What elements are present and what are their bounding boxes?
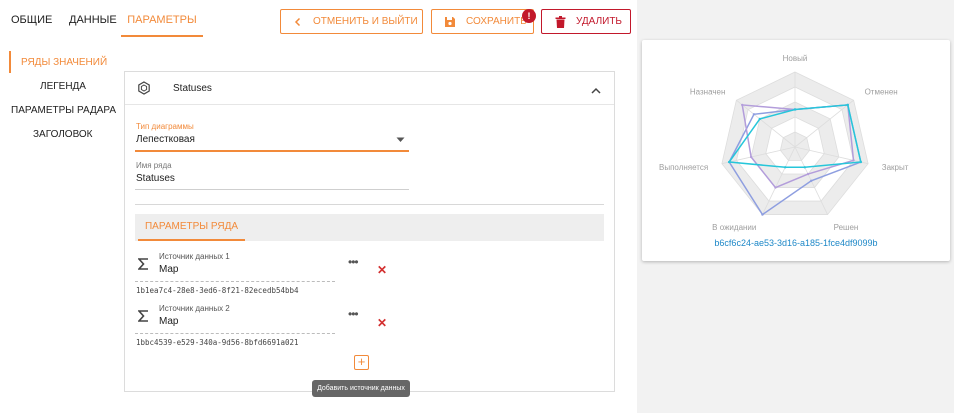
radar-axis-label: В ожидании bbox=[712, 223, 756, 232]
series-panel-header[interactable]: Statuses bbox=[125, 72, 614, 105]
side-item-legend[interactable]: ЛЕГЕНДА bbox=[40, 81, 86, 92]
radar-point bbox=[793, 108, 797, 111]
source-1-underline bbox=[135, 281, 335, 282]
chart-type-select[interactable]: Лепестковая bbox=[136, 134, 195, 145]
chart-type-label: Тип диаграммы bbox=[136, 122, 194, 131]
cancel-exit-button[interactable]: ОТМЕНИТЬ И ВЫЙТИ bbox=[280, 9, 423, 34]
radar-axis-label: Назначен bbox=[690, 88, 726, 97]
radar-axis-label: Выполняется bbox=[659, 163, 708, 172]
side-item-series[interactable]: РЯДЫ ЗНАЧЕНИЙ bbox=[21, 57, 107, 68]
radar-axis-label: Решен bbox=[834, 223, 859, 232]
chevron-left-icon bbox=[293, 17, 303, 27]
floppy-icon bbox=[444, 16, 456, 28]
save-label: СОХРАНИТЬ bbox=[466, 16, 527, 27]
radar-point bbox=[774, 186, 777, 189]
radar-point bbox=[852, 159, 855, 162]
series-name-input[interactable]: Statuses bbox=[136, 173, 175, 184]
series-subtabs: ПАРАМЕТРЫ РЯДА bbox=[135, 214, 604, 241]
tab-data[interactable]: ДАННЫЕ bbox=[69, 0, 117, 37]
source-1-value[interactable]: Map bbox=[159, 264, 178, 275]
add-source-button[interactable]: + bbox=[354, 355, 369, 370]
chart-preview-card: Новый Отменен Закрыт Решен В ожидании Выполня… bbox=[642, 40, 950, 261]
chart-id-label: b6cf6c24-ae53-3d16-a185-1fce4df9099b bbox=[714, 238, 878, 248]
radar-point bbox=[758, 117, 762, 121]
sigma-icon bbox=[137, 309, 149, 327]
sigma-icon bbox=[137, 257, 149, 275]
unsaved-badge: ! bbox=[522, 9, 536, 23]
series-panel-title: Statuses bbox=[173, 83, 212, 94]
add-source-tooltip: Добавить источник данных bbox=[312, 380, 410, 397]
delete-label: УДАЛИТЬ bbox=[576, 16, 622, 27]
tab-parameters[interactable]: ПАРАМЕТРЫ bbox=[121, 0, 203, 37]
radar-point bbox=[784, 166, 787, 169]
radar-point bbox=[806, 172, 810, 176]
source-2-label: Источник данных 2 bbox=[159, 304, 230, 313]
chart-type-underline bbox=[135, 150, 409, 152]
source-1-more-icon[interactable]: ••• bbox=[348, 255, 359, 269]
source-2-delete-icon[interactable]: ✕ bbox=[377, 316, 387, 330]
source-1-label: Источник данных 1 bbox=[159, 252, 230, 261]
side-item-title[interactable]: ЗАГОЛОВОК bbox=[33, 129, 93, 140]
side-nav-indicator bbox=[9, 51, 11, 73]
cancel-exit-label: ОТМЕНИТЬ И ВЫЙТИ bbox=[313, 16, 418, 27]
series-name-underline bbox=[135, 189, 409, 190]
radar-point bbox=[859, 160, 863, 164]
radar-point bbox=[761, 213, 764, 216]
radar-point bbox=[727, 160, 731, 164]
source-1-delete-icon[interactable]: ✕ bbox=[377, 263, 387, 277]
save-button[interactable]: СОХРАНИТЬ bbox=[431, 9, 534, 34]
source-1-id: 1b1ea7c4-28e8-3ed6-8f21-82ecedb54bb4 bbox=[136, 286, 299, 295]
dropdown-arrow-icon[interactable] bbox=[396, 130, 405, 148]
radar-point bbox=[810, 179, 813, 182]
radar-point bbox=[752, 113, 756, 116]
source-2-more-icon[interactable]: ••• bbox=[348, 307, 359, 321]
tab-general[interactable]: ОБЩИЕ bbox=[11, 0, 52, 37]
radar-point bbox=[749, 155, 753, 159]
radar-axis-label: Новый bbox=[783, 54, 808, 63]
radar-point bbox=[803, 166, 806, 169]
radar-point bbox=[846, 103, 849, 107]
side-item-radar-params[interactable]: ПАРАМЕТРЫ РАДАРА bbox=[11, 105, 116, 116]
trash-icon bbox=[555, 15, 566, 28]
radar-point bbox=[741, 103, 744, 107]
radar-axis-label: Отменен bbox=[865, 88, 898, 97]
tab-series-params[interactable]: ПАРАМЕТРЫ РЯДА bbox=[138, 214, 245, 241]
radar-chart: Новый Отменен Закрыт Решен В ожидании Выполня… bbox=[659, 54, 909, 232]
source-2-underline bbox=[135, 333, 335, 334]
source-2-value[interactable]: Map bbox=[159, 316, 178, 327]
delete-button[interactable]: УДАЛИТЬ bbox=[541, 9, 631, 34]
radar-axis-label: Закрыт bbox=[882, 163, 909, 172]
chevron-up-icon[interactable] bbox=[590, 83, 602, 101]
divider bbox=[135, 204, 604, 205]
source-2-id: 1bbc4539-e529-340a-9d56-8bfd6691a021 bbox=[136, 338, 299, 347]
series-hexagon-icon bbox=[137, 81, 151, 100]
series-name-label: Имя ряда bbox=[136, 161, 172, 170]
